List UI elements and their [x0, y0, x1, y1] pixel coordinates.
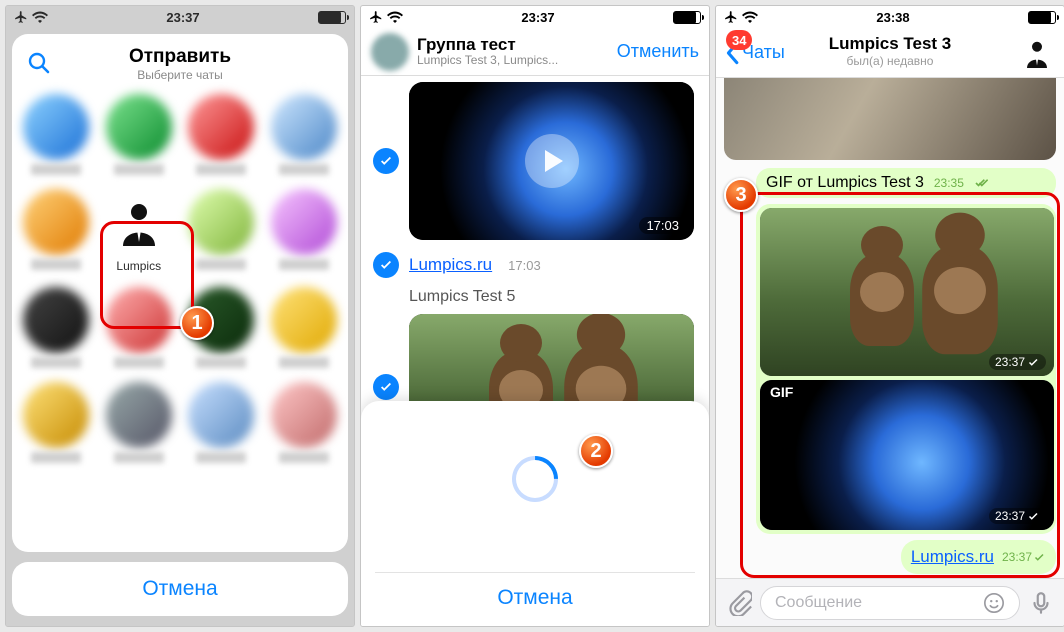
image-time: 23:37 [989, 354, 1046, 370]
nav-cancel-button[interactable]: Отменить [617, 41, 699, 62]
message-input[interactable]: Сообщение [760, 586, 1020, 620]
chat-cell[interactable] [18, 382, 95, 463]
sent-image-bears[interactable]: 23:37 [760, 208, 1054, 376]
chat-cell[interactable] [183, 94, 260, 175]
composer: Сообщение [716, 578, 1064, 626]
link-time: 17:03 [508, 258, 541, 273]
chat-cell[interactable] [18, 287, 95, 368]
chat-cell[interactable] [101, 94, 178, 175]
chat-cell[interactable] [101, 382, 178, 463]
message-row[interactable]: 17:03 [361, 76, 709, 246]
link-text[interactable]: Lumpics.ru [911, 547, 994, 567]
checkbox-checked[interactable] [373, 252, 399, 278]
check-icon [379, 154, 393, 168]
cancel-button[interactable]: Отмена [12, 562, 348, 616]
wifi-icon [387, 11, 403, 23]
gif-caption: GIF от Lumpics Test 3 [766, 174, 924, 192]
chat-cell[interactable] [266, 94, 343, 175]
nav-title: Группа тест [417, 35, 609, 55]
play-icon [525, 134, 579, 188]
gif-label: GIF [770, 384, 793, 400]
clock: 23:37 [521, 10, 554, 25]
chat-body[interactable]: GIF от Lumpics Test 3 23:35 23:37 GIF 23… [716, 78, 1064, 578]
check-icon [1028, 512, 1040, 521]
statusbar: 23:37 [361, 6, 709, 28]
check-icon [974, 178, 988, 188]
suit-silhouette-icon [115, 198, 163, 246]
microphone-icon[interactable] [1028, 590, 1054, 616]
chat-cell-lumpics[interactable]: Lumpics [101, 189, 178, 273]
lumpics-avatar [106, 189, 172, 255]
chat-cell[interactable] [18, 189, 95, 273]
message-bubble-link: Lumpics.ru 23:37 [901, 540, 1056, 574]
link-text: Lumpics.ru [409, 255, 492, 275]
placeholder: Сообщение [775, 594, 862, 612]
checkbox-checked[interactable] [373, 374, 399, 400]
battery-icon [1028, 11, 1056, 24]
sending-sheet: Отмена [361, 401, 709, 626]
gif-caption-time: 23:35 [934, 176, 964, 190]
unread-badge: 34 [726, 30, 752, 50]
message-row[interactable]: Lumpics.ru 17:03 [361, 246, 709, 284]
statusbar: 23:38 [716, 6, 1064, 28]
cancel-button[interactable]: Отмена [361, 586, 709, 610]
chat-cell[interactable] [183, 382, 260, 463]
check-icon [379, 380, 393, 394]
panel-1-share-sheet: 23:37 Отправить Выберите чаты [5, 5, 355, 627]
contact-avatar[interactable] [1018, 34, 1056, 72]
share-title: Отправить [129, 46, 231, 68]
step-badge-2: 2 [579, 434, 613, 468]
video-duration: 17:03 [639, 217, 686, 234]
search-icon [27, 51, 51, 75]
attach-icon[interactable] [726, 590, 752, 616]
airplane-mode-icon [369, 10, 383, 24]
panel-2-forwarding: 23:37 Группа тест Lumpics Test 3, Lumpic… [360, 5, 710, 627]
lumpics-label: Lumpics [116, 259, 161, 273]
check-icon [1028, 358, 1040, 367]
share-subtitle: Выберите чаты [137, 68, 223, 82]
check-icon [1034, 553, 1046, 562]
prev-image [724, 78, 1056, 160]
suit-silhouette-icon [1022, 38, 1052, 68]
chat-cell[interactable] [266, 287, 343, 368]
airplane-mode-icon [724, 10, 738, 24]
link-time: 23:37 [1002, 550, 1046, 564]
navbar: Группа тест Lumpics Test 3, Lumpics... О… [361, 28, 709, 76]
loading-spinner-icon [502, 446, 567, 511]
message-bubble-images: 23:37 GIF 23:37 [756, 204, 1056, 534]
panel-3-chat-result: 23:38 Чаты 34 Lumpics Test 3 был(а) неда… [715, 5, 1064, 627]
checkbox-checked[interactable] [373, 148, 399, 174]
message-bubble-gif-caption: GIF от Lumpics Test 3 23:35 [756, 168, 1056, 198]
chat-grid: Lumpics [12, 94, 348, 469]
chat-cell[interactable] [18, 94, 95, 175]
share-sheet: Отправить Выберите чаты Lumpics [12, 34, 348, 552]
sent-gif-earth[interactable]: GIF 23:37 [760, 380, 1054, 530]
group-avatar[interactable] [371, 33, 409, 71]
battery-icon [673, 11, 701, 24]
check-icon [379, 258, 393, 272]
chat-cell[interactable] [266, 189, 343, 273]
wifi-icon [742, 11, 758, 23]
chat-cell[interactable] [101, 287, 178, 368]
chat-cell[interactable] [266, 382, 343, 463]
chat-cell[interactable] [183, 189, 260, 273]
image-time: 23:37 [989, 508, 1046, 524]
cancel-label: Отмена [142, 577, 217, 601]
nav-subtitle: Lumpics Test 3, Lumpics... [417, 54, 609, 68]
video-thumbnail[interactable]: 17:03 [409, 82, 694, 240]
sender-name: Lumpics Test 5 [361, 284, 709, 308]
clock: 23:38 [876, 10, 909, 25]
sticker-icon[interactable] [983, 592, 1005, 614]
step-badge-3: 3 [724, 178, 758, 212]
navbar: Чаты 34 Lumpics Test 3 был(а) недавно [716, 28, 1064, 78]
search-button[interactable] [24, 48, 54, 78]
step-badge-1: 1 [180, 306, 214, 340]
